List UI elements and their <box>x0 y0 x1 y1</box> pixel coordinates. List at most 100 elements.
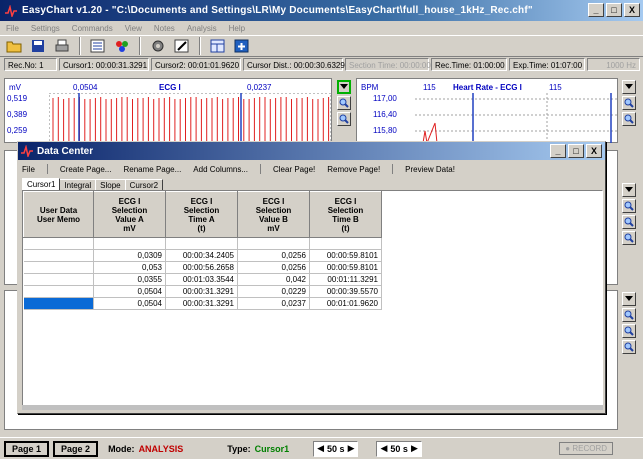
menu-analysis[interactable]: Analysis <box>187 24 217 33</box>
header-line: ECG I <box>190 196 213 206</box>
table-cell[interactable]: 0,0309 <box>93 249 166 262</box>
chevron-down-icon[interactable] <box>622 80 636 94</box>
remove-page-button[interactable]: Remove Page! <box>327 165 380 174</box>
table-row[interactable] <box>23 237 382 250</box>
chevron-down-icon[interactable] <box>337 80 351 94</box>
zoom-out-icon[interactable] <box>622 231 636 245</box>
data-grid[interactable]: User Data User Memo ECG I Selection Valu… <box>22 190 603 408</box>
table-cell[interactable]: 0,0256 <box>237 249 310 262</box>
table-cell[interactable]: 00:01:01.9620 <box>309 297 382 310</box>
app-icon <box>4 4 18 18</box>
column-header-user-data[interactable]: User Data User Memo <box>23 191 94 238</box>
table-cell[interactable]: 00:01:03.3544 <box>165 273 238 286</box>
table-cell[interactable]: 00:00:56.2658 <box>165 261 238 274</box>
record-number: Rec.No: 1 <box>4 58 57 71</box>
table-row[interactable]: 0,0504 00:00:31.3291 0,0229 00:00:39.557… <box>23 285 382 298</box>
table-cell[interactable]: 0,0237 <box>237 297 310 310</box>
table-cell[interactable]: 0,0229 <box>237 285 310 298</box>
table-cell[interactable]: 00:00:34.2405 <box>165 249 238 262</box>
dialog-maximize-button[interactable]: □ <box>568 144 584 158</box>
menu-help[interactable]: Help <box>229 24 245 33</box>
close-button[interactable]: X <box>624 3 640 17</box>
gear-icon[interactable] <box>148 37 168 56</box>
table-cell[interactable] <box>93 237 166 250</box>
table-cell[interactable]: 0,0504 <box>93 285 166 298</box>
print-icon[interactable] <box>52 37 72 56</box>
selected-table-cell[interactable] <box>23 297 94 310</box>
dialog-close-button[interactable]: X <box>586 144 602 158</box>
preview-data-button[interactable]: Preview Data! <box>405 165 455 174</box>
table-row[interactable]: 0,0355 00:01:03.3544 0,042 00:01:11.3291 <box>23 273 382 286</box>
table-cell[interactable]: 00:00:39.5570 <box>309 285 382 298</box>
dialog-menu-file[interactable]: File <box>22 165 35 174</box>
create-page-button[interactable]: Create Page... <box>60 165 112 174</box>
zoom-in-icon[interactable] <box>622 215 636 229</box>
table-cell[interactable] <box>23 261 94 274</box>
zoom-out-icon[interactable] <box>337 112 351 126</box>
open-folder-icon[interactable] <box>4 37 24 56</box>
zoom-in-icon[interactable] <box>622 324 636 338</box>
zoom-in-icon[interactable] <box>622 199 636 213</box>
table-cell[interactable] <box>165 237 238 250</box>
table-cell[interactable] <box>23 249 94 262</box>
time-span-value: 50 s <box>327 443 345 454</box>
status-row: Rec.No: 1 Cursor1: 00:00:31.3291 Cursor2… <box>4 58 640 72</box>
table-cell[interactable]: 0,0256 <box>237 261 310 274</box>
menu-commands[interactable]: Commands <box>72 24 113 33</box>
column-header-value-a[interactable]: ECG I Selection Value A mV <box>93 191 166 238</box>
zoom-in-icon[interactable] <box>622 308 636 322</box>
chevron-down-icon[interactable] <box>622 292 636 306</box>
table-cell[interactable]: 0,042 <box>237 273 310 286</box>
chevron-down-icon[interactable] <box>622 183 636 197</box>
table-cell[interactable]: 0,0504 <box>93 297 166 310</box>
edit-pencil-icon[interactable] <box>172 37 192 56</box>
horizontal-scrollbar[interactable] <box>22 405 603 410</box>
menu-notes[interactable]: Notes <box>154 24 175 33</box>
save-icon[interactable] <box>28 37 48 56</box>
column-header-time-b[interactable]: ECG I Selection Time B (t) <box>309 191 382 238</box>
zoom-out-icon[interactable] <box>622 112 636 126</box>
heart-rate-chart-panel[interactable]: BPM 115 Heart Rate - ECG I 115 117,00 11… <box>356 78 618 143</box>
layout-grid-icon[interactable] <box>208 37 228 56</box>
zoom-in-icon[interactable] <box>337 96 351 110</box>
table-cell[interactable] <box>237 237 310 250</box>
table-cell[interactable]: 00:00:59.8101 <box>309 261 382 274</box>
record-button[interactable]: ● RECORD <box>559 442 613 455</box>
rename-page-button[interactable]: Rename Page... <box>123 165 181 174</box>
menu-file[interactable]: File <box>6 24 19 33</box>
table-cell[interactable]: 0,0355 <box>93 273 166 286</box>
page2-button[interactable]: Page 2 <box>53 440 99 457</box>
header-line: ECG I <box>262 196 285 206</box>
clear-page-button[interactable]: Clear Page! <box>273 165 315 174</box>
menu-settings[interactable]: Settings <box>31 24 60 33</box>
column-header-time-a[interactable]: ECG I Selection Time A (t) <box>165 191 238 238</box>
table-cell[interactable] <box>23 273 94 286</box>
dialog-minimize-button[interactable]: _ <box>550 144 566 158</box>
table-row[interactable]: 0,0309 00:00:34.2405 0,0256 00:00:59.810… <box>23 249 382 262</box>
table-cell[interactable]: 00:00:59.8101 <box>309 249 382 262</box>
time-span-right-combo[interactable]: ◀ 50 s ▶ <box>376 440 422 457</box>
page1-button[interactable]: Page 1 <box>4 440 50 457</box>
maximize-button[interactable]: □ <box>606 3 622 17</box>
color-palette-icon[interactable] <box>112 37 132 56</box>
zoom-in-icon[interactable] <box>622 96 636 110</box>
time-span-left-combo[interactable]: ◀ 50 s ▶ <box>313 440 359 457</box>
settings-list-icon[interactable] <box>88 37 108 56</box>
table-cell[interactable] <box>23 285 94 298</box>
ecg-chart-panel[interactable]: mV 0,0504 ECG I 0,0237 0,519 0,389 0,259 <box>4 78 332 143</box>
add-window-icon[interactable] <box>232 37 252 56</box>
table-cell[interactable]: 0,053 <box>93 261 166 274</box>
minimize-button[interactable]: _ <box>588 3 604 17</box>
add-columns-button[interactable]: Add Columns... <box>193 165 248 174</box>
table-row[interactable]: 0,053 00:00:56.2658 0,0256 00:00:59.8101 <box>23 261 382 274</box>
column-header-value-b[interactable]: ECG I Selection Value B mV <box>237 191 310 238</box>
table-cell[interactable]: 00:00:31.3291 <box>165 297 238 310</box>
table-cell[interactable] <box>23 237 94 250</box>
table-row[interactable]: 0,0504 00:00:31.3291 0,0237 00:01:01.962… <box>23 297 382 310</box>
menu-view[interactable]: View <box>125 24 142 33</box>
table-cell[interactable]: 00:01:11.3291 <box>309 273 382 286</box>
data-table: User Data User Memo ECG I Selection Valu… <box>23 191 382 310</box>
table-cell[interactable]: 00:00:31.3291 <box>165 285 238 298</box>
zoom-out-icon[interactable] <box>622 340 636 354</box>
table-cell[interactable] <box>309 237 382 250</box>
